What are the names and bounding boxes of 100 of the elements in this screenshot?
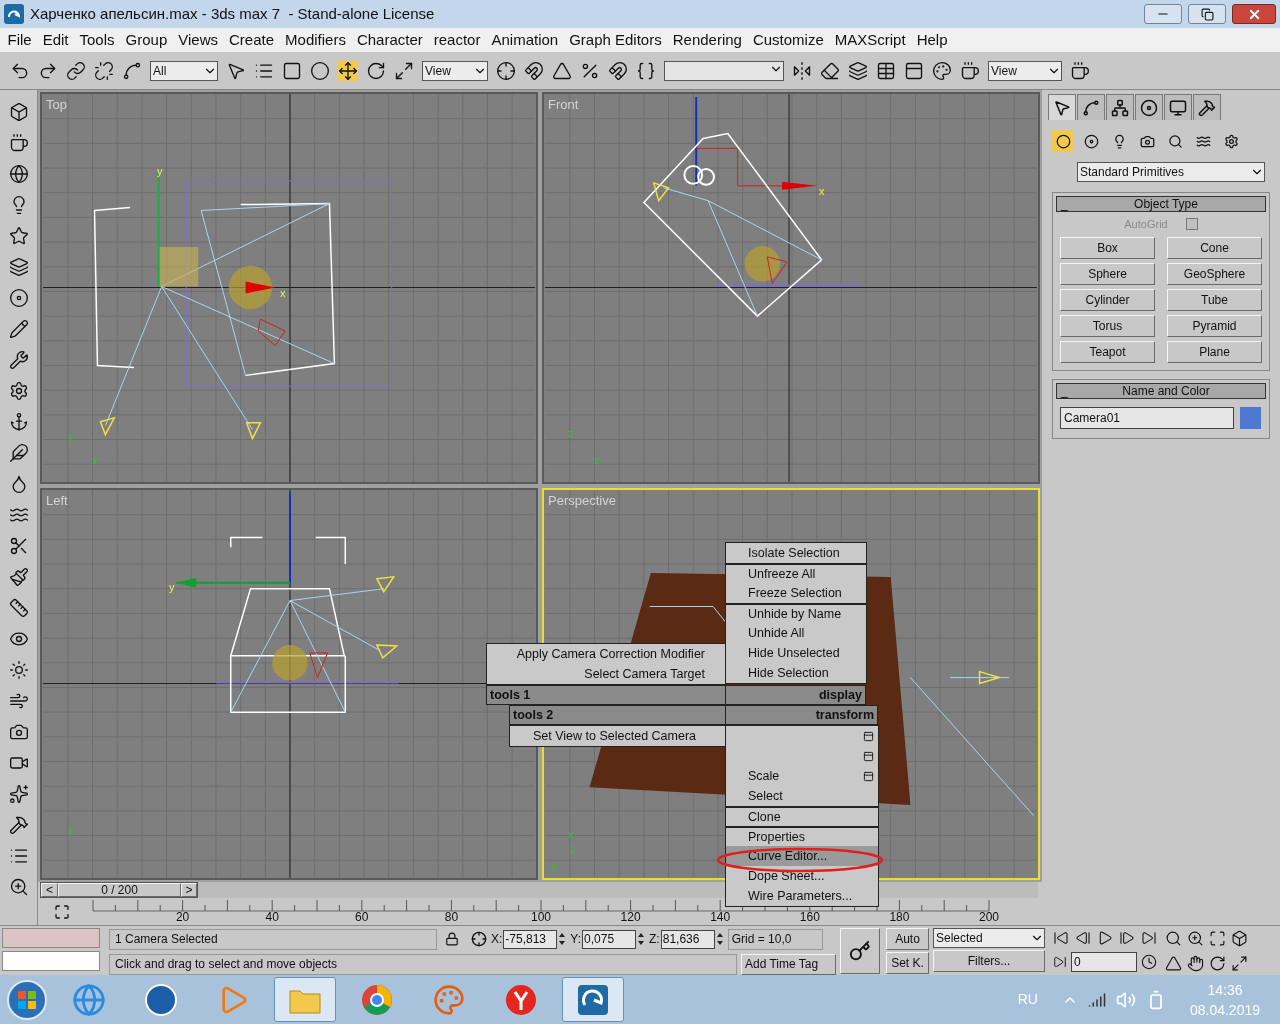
set-key-mode-button[interactable]: Set K. — [886, 952, 929, 974]
time-slider-button[interactable]: 0 / 200 — [58, 883, 181, 897]
primitive-button[interactable]: Pyramid — [1167, 314, 1262, 337]
category-dropdown[interactable]: Standard Primitives — [1077, 162, 1265, 182]
primitive-button[interactable]: Tube — [1167, 288, 1262, 311]
orbit-icon[interactable] — [1209, 955, 1226, 972]
key-mode-icon[interactable] — [1053, 955, 1067, 969]
previous-frame-button[interactable]: < — [41, 883, 58, 897]
menu-item[interactable]: Hide Selection — [726, 663, 866, 683]
zoom-icon[interactable] — [1165, 930, 1182, 947]
restore-button[interactable] — [1188, 4, 1226, 24]
menu-item[interactable]: Unfreeze All — [726, 563, 866, 583]
panel-tab[interactable] — [1164, 94, 1192, 120]
set-key-button[interactable] — [840, 928, 880, 974]
scale-icon[interactable] — [394, 60, 414, 81]
zoom-all-icon[interactable] — [1187, 930, 1204, 947]
menu-item[interactable]: Tools — [74, 28, 121, 52]
primitive-button[interactable]: Teapot — [1060, 340, 1155, 363]
panel-tab[interactable] — [1106, 94, 1134, 120]
menu-item[interactable]: Rendering — [667, 28, 748, 52]
rollout-header[interactable]: _ Object Type — [1056, 196, 1266, 212]
primitive-button[interactable]: Cone — [1167, 236, 1262, 259]
options-box-icon[interactable] — [863, 750, 874, 762]
layers-icon[interactable] — [848, 60, 868, 81]
braces-icon[interactable] — [636, 60, 656, 81]
menu-item[interactable]: Hide Unselected — [726, 643, 866, 663]
start-button[interactable] — [6, 978, 48, 1021]
palette-icon[interactable] — [932, 60, 952, 81]
time-slider-thumb[interactable]: < 0 / 200 > — [40, 882, 198, 898]
menu-item[interactable]: Apply Camera Correction Modifier — [487, 644, 725, 664]
rollout-header[interactable]: _ Name and Color — [1056, 382, 1266, 399]
layers-icon[interactable] — [8, 257, 29, 277]
named-selection-dropdown[interactable] — [664, 60, 784, 81]
sun-icon[interactable] — [8, 660, 29, 680]
sparkles-icon[interactable] — [8, 784, 29, 804]
hammer-icon[interactable] — [8, 815, 29, 835]
go-to-start-icon[interactable] — [1053, 930, 1069, 946]
field-of-view-icon[interactable] — [1165, 955, 1182, 972]
key-mode-icon[interactable] — [53, 904, 71, 920]
curve-icon[interactable] — [122, 60, 142, 81]
cup-icon[interactable] — [8, 133, 29, 153]
square-icon[interactable] — [282, 60, 302, 81]
panel-tab[interactable] — [1193, 94, 1221, 120]
object-name-field[interactable]: Camera01 — [1060, 406, 1234, 429]
primitive-button[interactable]: Cylinder — [1060, 288, 1155, 311]
minimize-button[interactable] — [1144, 4, 1182, 24]
play-icon[interactable] — [1097, 930, 1113, 946]
render-type-dropdown[interactable]: View — [988, 60, 1062, 81]
pencil-icon[interactable] — [8, 319, 29, 339]
menu-item[interactable]: Freeze Selection — [726, 583, 866, 603]
selection-filter-dropdown[interactable]: All — [150, 60, 218, 81]
settings-icon[interactable] — [8, 381, 29, 401]
box-icon[interactable] — [1231, 930, 1248, 947]
crosshair-icon[interactable] — [471, 931, 487, 947]
box-icon[interactable] — [8, 102, 29, 122]
listener-field[interactable] — [2, 951, 100, 971]
menu-item[interactable]: Select — [726, 786, 878, 806]
menu-item[interactable]: Wire Parameters... — [726, 886, 878, 906]
menu-item[interactable]: Isolate Selection — [726, 543, 866, 563]
clock-icon[interactable] — [1141, 954, 1157, 970]
pan-icon[interactable] — [1187, 955, 1204, 972]
key-filters-button[interactable]: Filters... — [933, 950, 1045, 972]
primitive-button[interactable]: Sphere — [1060, 262, 1155, 285]
menu-item[interactable]: Character — [351, 28, 429, 52]
anchor-icon[interactable] — [8, 412, 29, 432]
crosshair-icon[interactable] — [496, 60, 516, 81]
menu-item[interactable]: Clone — [726, 806, 878, 826]
magnet-icon[interactable] — [608, 60, 628, 81]
disc-icon[interactable] — [8, 288, 29, 308]
primitive-button[interactable]: Torus — [1060, 314, 1155, 337]
rotate-icon[interactable] — [366, 60, 386, 81]
star-icon[interactable] — [8, 226, 29, 246]
options-box-icon[interactable] — [863, 730, 874, 742]
feather-icon[interactable] — [8, 443, 29, 463]
primitive-button[interactable]: GeoSphere — [1167, 262, 1262, 285]
category-button[interactable] — [1052, 130, 1074, 152]
menu-item[interactable]: Select Camera Target — [487, 664, 725, 684]
menu-item[interactable]: Create — [223, 28, 280, 52]
sphere-icon[interactable] — [8, 164, 29, 184]
menu-item[interactable]: Animation — [485, 28, 564, 52]
teapot-icon[interactable] — [960, 60, 980, 81]
circle-icon[interactable] — [310, 60, 330, 81]
lock-icon[interactable] — [445, 932, 459, 946]
close-button[interactable] — [1232, 4, 1276, 24]
previous-frame-icon[interactable] — [1075, 930, 1091, 946]
menu-item[interactable]: Unhide All — [726, 623, 866, 643]
primitive-button[interactable]: Box — [1060, 236, 1155, 259]
key-filter-dropdown[interactable]: Selected — [933, 928, 1045, 948]
menu-item[interactable]: Scale — [726, 766, 878, 786]
brush-icon[interactable] — [8, 567, 29, 587]
menu-item[interactable]: File — [2, 28, 38, 52]
panel-tab[interactable] — [1077, 94, 1105, 120]
teapot-icon[interactable] — [1070, 60, 1090, 81]
menu-item[interactable]: Unhide by Name — [726, 603, 866, 623]
eraser-icon[interactable] — [820, 60, 840, 81]
link-icon[interactable] — [66, 60, 86, 81]
zoom-icon[interactable] — [8, 877, 29, 897]
network-icon[interactable] — [1087, 990, 1106, 1009]
primitive-button[interactable]: Plane — [1167, 340, 1262, 363]
menu-item[interactable]: Modifiers — [279, 28, 352, 52]
